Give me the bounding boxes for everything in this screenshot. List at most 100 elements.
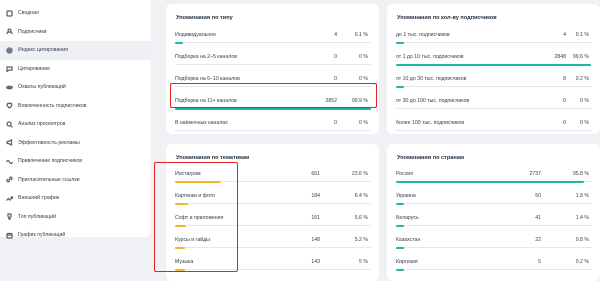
- sidebar-item-label: Пригласительные ссылки: [18, 176, 80, 183]
- sidebar-item-label: Вовлеченность подписчиков: [18, 102, 87, 109]
- card-title: Упоминания по кол-ву подписчиков: [397, 15, 497, 21]
- share-bar-track: [175, 64, 371, 65]
- row-label: В наёмочных каналах: [175, 120, 228, 126]
- stat-row: Киргизия 5 0.2 %: [387, 253, 600, 275]
- card-title: Упоминания по странам: [397, 155, 465, 161]
- stat-row: Индивидуальное 4 0.1 %: [166, 26, 379, 48]
- sidebar-item-calendar[interactable]: График публикаций: [0, 226, 151, 245]
- sidebar-item-quote[interactable]: Цитирование: [0, 60, 151, 79]
- target-icon: [6, 47, 13, 54]
- stat-row: Украина 50 1.8 %: [387, 187, 600, 209]
- row-percent: 1.8 %: [575, 193, 589, 199]
- grid-icon: [6, 10, 13, 17]
- sidebar-item-wave[interactable]: Привлечение подписчиков: [0, 152, 151, 171]
- share-bar-track: [396, 63, 592, 66]
- sidebar-item-search[interactable]: Анализ просмотров: [0, 115, 151, 134]
- sidebar-item-label: Охваты публикаций: [18, 84, 66, 91]
- sidebar-item-trend[interactable]: Внешний трафик: [0, 189, 151, 208]
- row-percent: 0.2 %: [575, 76, 589, 82]
- row-label: Россия: [396, 171, 414, 177]
- row-count: 0: [334, 120, 337, 126]
- row-count: 0: [334, 76, 337, 82]
- quote-icon: [6, 65, 13, 73]
- link-icon: [6, 176, 13, 183]
- users-icon: [6, 28, 13, 35]
- row-count: 143: [311, 259, 320, 265]
- row-label: Индивидуальное: [175, 32, 216, 38]
- row-label: Киргизия: [396, 259, 418, 265]
- megaphone-icon: [6, 139, 13, 147]
- row-label: Подборка на 6–10 каналов: [175, 76, 240, 82]
- share-bar-track: [396, 130, 592, 131]
- row-percent: 0.1 %: [575, 32, 589, 38]
- card-mentions-by-country: Упоминания по странам Россия 2737 95.8 % Ук…: [387, 144, 600, 281]
- sidebar-item-trophy[interactable]: Топ публикаций: [0, 208, 151, 227]
- sidebar-item-link[interactable]: Пригласительные ссылки: [0, 171, 151, 190]
- share-bar-track: [175, 107, 371, 110]
- row-count: 4: [334, 32, 337, 38]
- share-bar-track: [396, 108, 592, 109]
- row-count: 0: [334, 54, 337, 60]
- row-count: 2737: [529, 171, 541, 177]
- sidebar-item-label: Индекс цитирования: [18, 47, 68, 54]
- share-bar-track: [396, 41, 592, 44]
- sidebar-item-heart[interactable]: Вовлеченность подписчиков: [0, 97, 151, 116]
- card-title: Упоминания по типу: [176, 15, 233, 21]
- row-label: до 1 тыс. подписчиков: [396, 32, 450, 38]
- sidebar-item-label: Внешний трафик: [18, 195, 60, 202]
- row-count: 22: [535, 237, 541, 243]
- row-percent: 0 %: [359, 76, 368, 82]
- stat-row: Беларусь 41 1.4 %: [387, 209, 600, 231]
- row-percent: 0.1 %: [354, 32, 368, 38]
- share-bar-track: [396, 268, 592, 271]
- stat-row: более 100 тыс. подписчиков 0 0 %: [387, 114, 600, 136]
- row-label: Беларусь: [396, 215, 419, 221]
- sidebar-item-target[interactable]: Индекс цитирования: [0, 41, 151, 60]
- row-percent: 6.4 %: [354, 193, 368, 199]
- stat-row: до 1 тыс. подписчиков 4 0.1 %: [387, 26, 600, 48]
- highlight-box-topics: [154, 162, 238, 272]
- row-label: Казахстан: [396, 237, 421, 243]
- sidebar-item-megaphone[interactable]: Эффективность рекламы: [0, 134, 151, 153]
- eye-icon: [6, 84, 13, 91]
- calendar-icon: [6, 232, 13, 239]
- card-mentions-by-subscribers: Упоминания по кол-ву подписчиков до 1 ты…: [387, 4, 600, 134]
- share-bar-fill: [396, 41, 404, 44]
- stat-row: Подборка на 2–5 каналов 0 0 %: [166, 48, 379, 70]
- share-bar-fill: [396, 268, 404, 271]
- row-count: 41: [535, 215, 541, 221]
- row-percent: 0 %: [580, 120, 589, 126]
- share-bar-track: [396, 202, 592, 205]
- sidebar-item-eye[interactable]: Охваты публикаций: [0, 78, 151, 97]
- stat-row: Россия 2737 95.8 %: [387, 165, 600, 187]
- stat-row: В наёмочных каналах 0 0 %: [166, 114, 379, 136]
- share-bar-fill: [396, 63, 592, 66]
- share-bar-track: [396, 246, 592, 249]
- stat-row: от 10 до 30 тыс. подписчиков 8 0.2 %: [387, 70, 600, 92]
- share-bar-track: [396, 180, 592, 183]
- search-icon: [6, 121, 13, 128]
- stat-row: от 30 до 100 тыс. подписчиков 0 0 %: [387, 92, 600, 114]
- row-percent: 5.2 %: [354, 237, 368, 243]
- row-count: 161: [311, 215, 320, 221]
- row-percent: 95.8 %: [572, 171, 589, 177]
- sidebar-item-users[interactable]: Подписчики: [0, 23, 151, 42]
- row-label: более 100 тыс. подписчиков: [396, 120, 465, 126]
- row-percent: 5.6 %: [354, 215, 368, 221]
- share-bar-track: [396, 85, 592, 88]
- row-label: от 10 до 30 тыс. подписчиков: [396, 76, 467, 82]
- row-count: 184: [311, 193, 320, 199]
- row-count: 661: [311, 171, 320, 177]
- stat-row: Казахстан 22 0.8 %: [387, 231, 600, 253]
- row-percent: 1.4 %: [575, 215, 589, 221]
- row-label: от 30 до 100 тыс. подписчиков: [396, 98, 470, 104]
- share-bar-fill: [396, 224, 404, 227]
- sidebar-item-label: График публикаций: [18, 232, 66, 239]
- row-percent: 99.6 %: [572, 54, 589, 60]
- row-count: 50: [535, 193, 541, 199]
- row-label: от 1 до 10 тыс. подписчиков: [396, 54, 464, 60]
- share-bar-fill: [396, 202, 404, 205]
- share-bar-fill: [175, 41, 183, 44]
- sidebar-item-grid[interactable]: Сводная: [0, 4, 151, 23]
- sidebar-nav: Сводная Подписчики Индекс цитирования Цитир…: [0, 0, 151, 239]
